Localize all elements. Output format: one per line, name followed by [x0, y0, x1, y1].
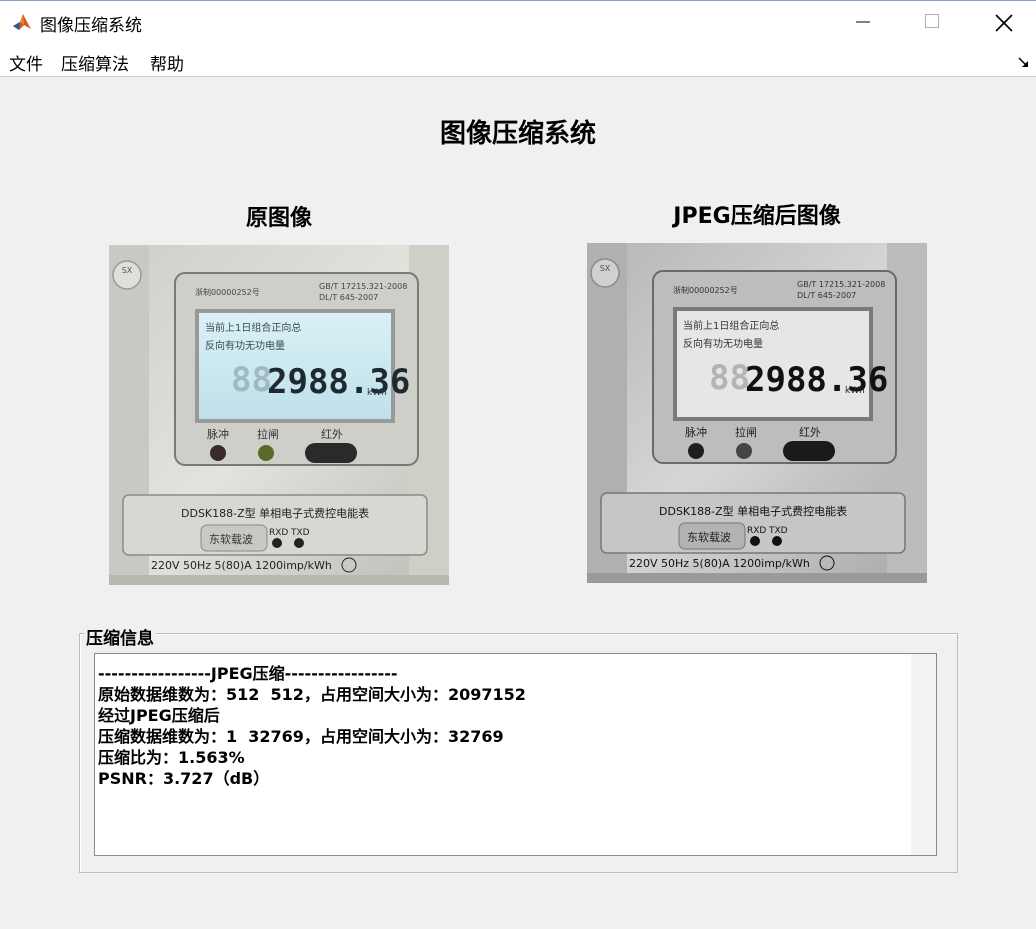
matlab-icon	[11, 11, 33, 33]
svg-text:SX: SX	[122, 266, 133, 275]
svg-text:GB/T 17215.321-2008: GB/T 17215.321-2008	[797, 280, 885, 289]
svg-text:DDSK188-Z型 单相电子式费控电能表: DDSK188-Z型 单相电子式费控电能表	[181, 506, 369, 520]
svg-text:2988.36: 2988.36	[267, 362, 410, 402]
menu-bar: 文件 压缩算法 帮助	[0, 42, 1036, 77]
compression-info-textbox[interactable]: -----------------JPEG压缩-----------------…	[94, 653, 937, 856]
svg-text:浙制00000252号: 浙制00000252号	[673, 285, 738, 295]
svg-text:RXD: RXD	[747, 526, 766, 536]
svg-text:东软载波: 东软载波	[687, 530, 731, 544]
menu-file[interactable]: 文件	[9, 50, 43, 75]
svg-text:红外: 红外	[321, 428, 343, 441]
svg-text:东软载波: 东软载波	[209, 532, 253, 546]
svg-text:SX: SX	[600, 264, 611, 273]
svg-text:GB/T 17215.321-2008: GB/T 17215.321-2008	[319, 282, 407, 291]
svg-text:红外: 红外	[799, 426, 821, 439]
window-title: 图像压缩系统	[40, 16, 142, 36]
svg-text:kWh: kWh	[845, 386, 865, 396]
info-line: PSNR：3.727（dB）	[98, 769, 270, 788]
svg-text:当前上1日组合正向总: 当前上1日组合正向总	[205, 321, 301, 334]
svg-text:220V 50Hz 5(80)A 1200imp/kW: 220V 50Hz 5(80)A 1200imp/kWh	[151, 559, 332, 572]
compression-info-label: 压缩信息	[84, 624, 156, 649]
minimize-icon	[856, 21, 870, 23]
svg-text:脉冲: 脉冲	[207, 427, 229, 441]
svg-text:TXD: TXD	[290, 528, 310, 538]
menu-compression-algorithm[interactable]: 压缩算法	[61, 50, 129, 75]
maximize-icon	[925, 14, 939, 28]
svg-text:2988.36: 2988.36	[745, 360, 888, 400]
svg-text:拉闸: 拉闸	[735, 425, 757, 439]
svg-text:220V 50Hz 5(80)A 1200imp/kW: 220V 50Hz 5(80)A 1200imp/kWh	[629, 557, 810, 570]
svg-text:88: 88	[709, 358, 750, 398]
svg-text:反向有功无功电量: 反向有功无功电量	[205, 339, 285, 352]
svg-text:TXD: TXD	[768, 526, 788, 536]
close-icon	[995, 14, 1013, 32]
svg-text:当前上1日组合正向总: 当前上1日组合正向总	[683, 319, 779, 332]
svg-text:88: 88	[231, 360, 272, 400]
svg-text:DL/T 645-2007: DL/T 645-2007	[797, 291, 856, 300]
svg-text:RXD: RXD	[269, 528, 288, 538]
svg-text:DL/T 645-2007: DL/T 645-2007	[319, 293, 378, 302]
close-button[interactable]	[968, 1, 1036, 43]
svg-text:kWh: kWh	[367, 388, 387, 398]
compressed-image: SX 浙制00000252号 GB/T 17215.321-2008 DL/T …	[587, 243, 927, 583]
svg-text:DDSK188-Z型 单相电子式费控电能表: DDSK188-Z型 单相电子式费控电能表	[659, 504, 847, 518]
maximize-button[interactable]	[898, 1, 968, 43]
svg-text:反向有功无功电量: 反向有功无功电量	[683, 337, 763, 350]
compressed-image-title: JPEG压缩后图像	[673, 204, 841, 229]
svg-text:拉闸: 拉闸	[257, 427, 279, 441]
svg-text:脉冲: 脉冲	[685, 425, 707, 439]
title-bar: 图像压缩系统	[0, 0, 1036, 42]
menu-help[interactable]: 帮助	[150, 50, 184, 75]
original-image-title: 原图像	[245, 206, 312, 231]
dock-arrow-icon[interactable]	[1018, 54, 1030, 73]
original-image: SX 浙制00000252号 GB/T 17215.321-2008 DL/T …	[109, 245, 449, 585]
vertical-scrollbar[interactable]	[911, 654, 936, 855]
minimize-button[interactable]	[829, 1, 899, 43]
svg-text:浙制00000252号: 浙制00000252号	[195, 287, 260, 297]
page-title: 图像压缩系统	[439, 119, 596, 149]
